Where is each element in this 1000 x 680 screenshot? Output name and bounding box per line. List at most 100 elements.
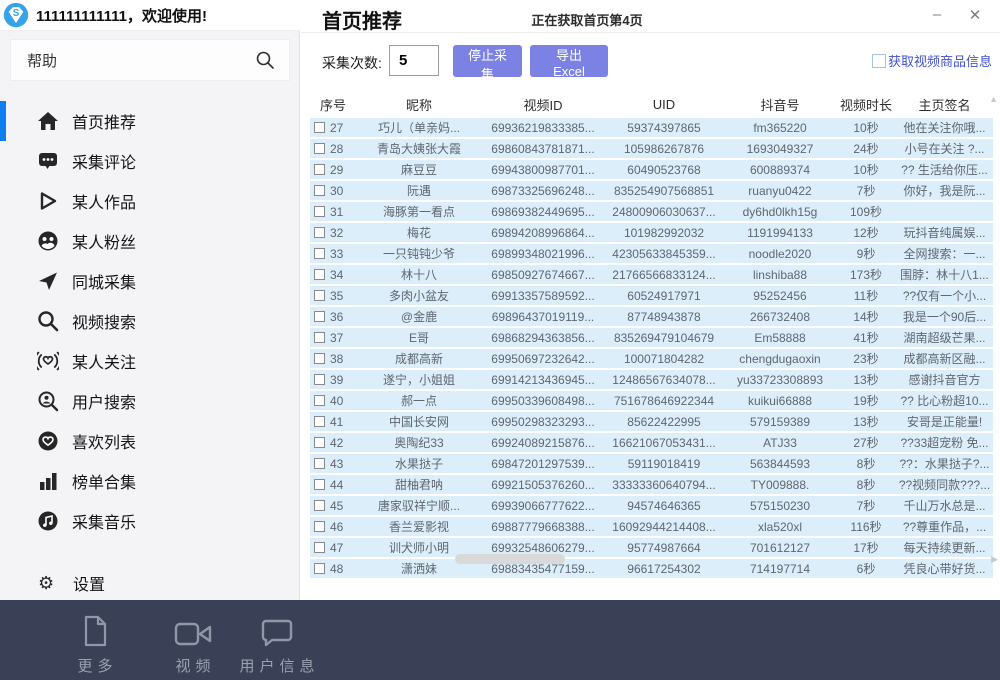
sidebar-menu: 首页推荐采集评论某人作品某人粉丝同城采集视频搜索某人关注用户搜索喜欢列表榜单合集… xyxy=(0,101,300,541)
close-button[interactable]: ✕ xyxy=(964,6,986,24)
row-checkbox[interactable] xyxy=(314,185,325,196)
sidebar-item-6[interactable]: 视频搜索 xyxy=(0,301,300,341)
sidebar-item-10[interactable]: 榜单合集 xyxy=(0,461,300,501)
cell-signature: 湖南超级芒果... xyxy=(896,329,993,346)
table-header: 序号昵称视频IDUID抖音号视频时长主页签名 xyxy=(310,92,993,117)
row-checkbox[interactable] xyxy=(314,311,325,322)
table-row[interactable]: 33一只钝钝少爷69899348021996...42305633845359.… xyxy=(310,244,993,263)
table-row[interactable]: 29麻豆豆69943800987701...604905237686008893… xyxy=(310,160,993,179)
page-title: 首页推荐 xyxy=(322,5,402,34)
row-checkbox[interactable] xyxy=(314,353,325,364)
cell-video-id: 69847201297539... xyxy=(482,457,604,471)
bottombar-label: 视频 xyxy=(170,655,215,676)
row-checkbox[interactable] xyxy=(314,521,325,532)
scrollbar-thumb[interactable] xyxy=(455,554,565,564)
cell-duration: 7秒 xyxy=(836,182,896,199)
table-row[interactable]: 39遂宁，小姐姐69914213436945...12486567634078.… xyxy=(310,370,993,389)
row-checkbox[interactable] xyxy=(314,542,325,553)
cell-signature: ??：水果挞子?... xyxy=(896,455,993,472)
cell-uid: 33333360640794... xyxy=(604,478,724,492)
sidebar-item-7[interactable]: 某人关注 xyxy=(0,341,300,381)
column-header[interactable]: 视频时长 xyxy=(836,95,896,114)
row-checkbox[interactable] xyxy=(314,227,325,238)
bottombar-item-chat[interactable]: 用户信息 xyxy=(212,610,342,676)
comment-icon xyxy=(36,150,60,172)
sidebar-item-5[interactable]: 同城采集 xyxy=(0,261,300,301)
cell-duration: 11秒 xyxy=(836,287,896,304)
table-row[interactable]: 30阮遇69873325696248...835254907568851ruan… xyxy=(310,181,993,200)
search-icon[interactable] xyxy=(255,50,275,70)
row-checkbox[interactable] xyxy=(314,122,325,133)
column-header[interactable]: UID xyxy=(604,97,724,112)
row-checkbox[interactable] xyxy=(314,206,325,217)
table-row[interactable]: 37E哥69868294363856...835269479104679Em58… xyxy=(310,328,993,347)
cell-duration: 10秒 xyxy=(836,119,896,136)
stop-collect-button[interactable]: 停止采集 xyxy=(453,45,522,77)
table-row[interactable]: 42奥陶纪3369924089215876...16621067053431..… xyxy=(310,433,993,452)
row-checkbox[interactable] xyxy=(314,290,325,301)
table-row[interactable]: 34林十八69850927674667...21766566833124...l… xyxy=(310,265,993,284)
cell-signature: 全网搜索：一... xyxy=(896,245,993,262)
table-row[interactable]: 40郝一点69950339608498...751678646922344kui… xyxy=(310,391,993,410)
row-checkbox[interactable] xyxy=(314,269,325,280)
minimize-button[interactable]: – xyxy=(926,6,948,23)
table-row[interactable]: 28青岛大姨张大霞69860843781871...10598626787616… xyxy=(310,139,993,158)
table-row[interactable]: 45唐家驭祥宁顺...69939066777622...945746463655… xyxy=(310,496,993,515)
cell-video-id: 69936219833385... xyxy=(482,121,604,135)
row-checkbox[interactable] xyxy=(314,395,325,406)
row-checkbox[interactable] xyxy=(314,458,325,469)
row-checkbox[interactable] xyxy=(314,437,325,448)
help-search-input[interactable]: 帮助 xyxy=(10,39,290,81)
table-row[interactable]: 32梅花69894208996864...1019829920321191994… xyxy=(310,223,993,242)
scroll-up-icon[interactable]: ▲ xyxy=(989,95,998,104)
sidebar-item-8[interactable]: 用户搜索 xyxy=(0,381,300,421)
cell-video-id: 69896437019119... xyxy=(482,310,604,324)
active-indicator xyxy=(0,421,6,461)
search-input-text: 帮助 xyxy=(27,50,255,71)
row-checkbox[interactable] xyxy=(314,164,325,175)
checkbox-box[interactable] xyxy=(872,54,886,68)
column-header[interactable]: 序号 xyxy=(310,95,356,114)
column-header[interactable]: 主页签名 xyxy=(896,95,993,114)
export-excel-button[interactable]: 导出Excel xyxy=(530,45,608,77)
row-checkbox[interactable] xyxy=(314,248,325,259)
table-row[interactable]: 27巧儿（单亲妈...69936219833385...59374397865f… xyxy=(310,118,993,137)
table-row[interactable]: 31海豚第一看点69869382449695...24800906030637.… xyxy=(310,202,993,221)
sidebar-item-4[interactable]: 某人粉丝 xyxy=(0,221,300,261)
cell-signature: 围脖：林十八1... xyxy=(896,266,993,283)
scroll-right-icon[interactable]: ▶ xyxy=(991,555,998,564)
video-icon xyxy=(174,610,212,648)
collect-count-input[interactable] xyxy=(389,45,439,76)
table-row[interactable]: 35多肉小盆友69913357589592...6052491797195252… xyxy=(310,286,993,305)
table-row[interactable]: 41中国长安网69950298323293...8562242299557915… xyxy=(310,412,993,431)
sidebar-item-3[interactable]: 某人作品 xyxy=(0,181,300,221)
cell-duration: 27秒 xyxy=(836,434,896,451)
column-header[interactable]: 视频ID xyxy=(482,95,604,114)
column-header[interactable]: 抖音号 xyxy=(724,95,836,114)
horizontal-scrollbar[interactable] xyxy=(310,553,986,565)
row-checkbox[interactable] xyxy=(314,374,325,385)
cell-signature: 小号在关注 ?... xyxy=(896,140,993,157)
sidebar: S 111111111111，欢迎使用! 帮助 首页推荐采集评论某人作品某人粉丝… xyxy=(0,0,300,600)
sidebar-item-settings[interactable]: ⚙ 设置 xyxy=(0,565,300,601)
cell-nickname: 中国长安网 xyxy=(356,413,482,430)
row-checkbox[interactable] xyxy=(314,332,325,343)
sidebar-item-1[interactable]: 首页推荐 xyxy=(0,101,300,141)
table-row[interactable]: 44甜柚君呐69921505376260...33333360640794...… xyxy=(310,475,993,494)
table-row[interactable]: 36@金鹿69896437019119...877489438782667324… xyxy=(310,307,993,326)
goods-info-checkbox[interactable]: 获取视频商品信息 xyxy=(872,51,992,70)
column-header[interactable]: 昵称 xyxy=(356,95,482,114)
table-row[interactable]: 43水果挞子69847201297539...59119018419563844… xyxy=(310,454,993,473)
cell-douyin-id: kuikui66888 xyxy=(724,394,836,408)
row-checkbox[interactable] xyxy=(314,500,325,511)
row-index: 42 xyxy=(330,436,343,450)
row-checkbox[interactable] xyxy=(314,416,325,427)
row-checkbox[interactable] xyxy=(314,479,325,490)
table-row[interactable]: 46香兰爱影视69887779668388...16092944214408..… xyxy=(310,517,993,536)
active-indicator xyxy=(0,221,6,261)
table-row[interactable]: 38成都高新69950697232642...100071804282cheng… xyxy=(310,349,993,368)
sidebar-item-11[interactable]: 采集音乐 xyxy=(0,501,300,541)
sidebar-item-2[interactable]: 采集评论 xyxy=(0,141,300,181)
row-checkbox[interactable] xyxy=(314,143,325,154)
sidebar-item-9[interactable]: 喜欢列表 xyxy=(0,421,300,461)
